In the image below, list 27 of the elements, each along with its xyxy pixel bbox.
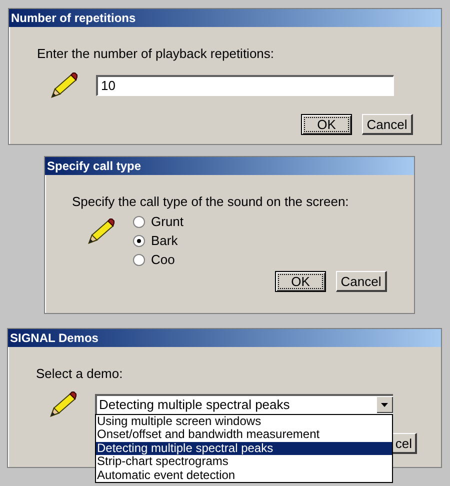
dropdown-option[interactable]: Detecting multiple spectral peaks [96,442,392,456]
dialog-button[interactable]: Cancel [362,114,413,135]
radio-label: Coo [151,250,175,269]
radio-label: Grunt [151,212,184,231]
dropdown-arrow-button[interactable] [377,397,393,413]
radio-label: Bark [151,232,178,250]
input-field[interactable]: 10 [96,74,394,96]
prompt-text: Specify the call type of the sound on the screen: [72,194,350,209]
title-bar: SIGNAL Demos [8,329,441,347]
radio-button[interactable] [133,234,145,246]
pencil-icon [51,72,78,98]
title-bar: Specify call type [45,157,414,175]
dropdown-option[interactable]: Onset/offset and bandwidth measurement [96,428,392,442]
dropdown-option[interactable]: Automatic event detection [96,468,392,482]
dropdown-option[interactable]: Strip-chart spectrograms [96,455,392,469]
radio-button[interactable] [133,216,145,228]
title-bar: Number of repetitions [9,9,441,27]
radio-button[interactable] [133,254,145,266]
prompt-text: Enter the number of playback repetitions: [37,46,276,61]
pencil-icon [88,218,115,244]
caret-icon [381,402,388,406]
prompt-text: Select a demo: [36,366,124,381]
dropdown-option[interactable]: Using multiple screen windows [96,415,392,428]
dialog-button[interactable]: OK [275,271,326,292]
dialog-button[interactable]: OK [301,114,352,135]
dialog-button[interactable]: Cancel [336,271,387,292]
pencil-icon [50,391,77,417]
